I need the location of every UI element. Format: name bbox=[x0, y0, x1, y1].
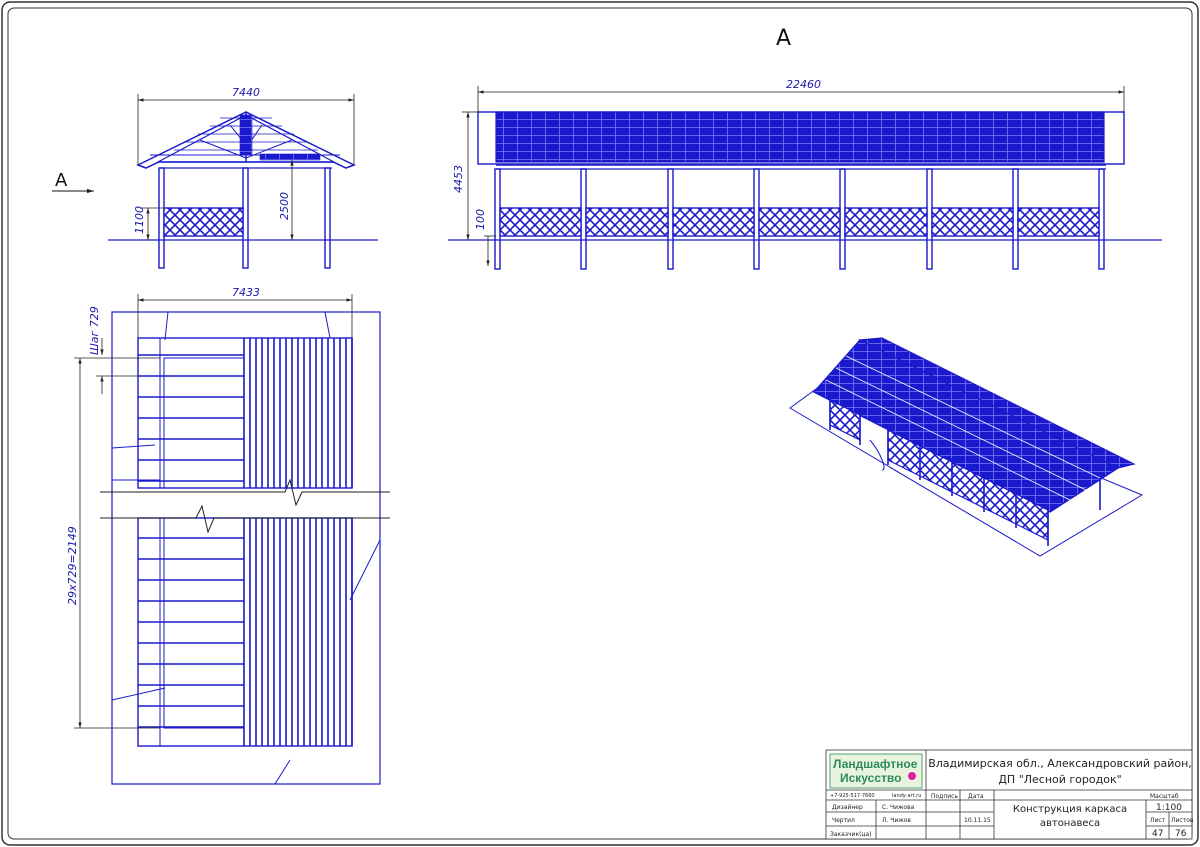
view-label: А bbox=[776, 26, 791, 51]
drawing-title-line1: Конструкция каркаса bbox=[1013, 804, 1127, 815]
scale-label: Масштаб bbox=[1150, 793, 1179, 800]
sheet-value: 47 bbox=[1152, 829, 1163, 839]
col-signature: Подпись bbox=[931, 793, 958, 800]
section-arrow-label: А bbox=[55, 170, 68, 191]
location-line1: Владимирская обл., Александровский район… bbox=[928, 757, 1192, 770]
lattice-height-dim: 1100 bbox=[133, 206, 146, 234]
sheets-label: Листов bbox=[1171, 817, 1194, 824]
front-elevation bbox=[108, 111, 378, 269]
post-height-dim: 2500 bbox=[278, 192, 291, 220]
sheets-value: 76 bbox=[1175, 829, 1187, 839]
plan-view bbox=[111, 311, 381, 785]
side-length-dim: 22460 bbox=[786, 78, 821, 91]
drawing-sheet: А 7440 2500 1100 А 22460 4453 100 7433 Ш… bbox=[1, 1, 1199, 846]
isometric-view bbox=[789, 337, 1144, 557]
sheet-label: Лист bbox=[1150, 817, 1166, 824]
location-line2: ДП "Лесной городок" bbox=[998, 773, 1121, 786]
date-value: 10.11.15 bbox=[964, 817, 991, 824]
plan-width-dim: 7433 bbox=[232, 286, 260, 299]
phone-text: +7-925-517-7660 bbox=[830, 793, 875, 799]
col-date: Дата bbox=[968, 793, 984, 800]
designer-name: С. Чижова bbox=[882, 804, 915, 811]
plan-length-dim: 29х729=2149 bbox=[66, 526, 79, 605]
lattice-gap-dim: 100 bbox=[474, 209, 487, 230]
rafter-step-dim: Шаг 729 bbox=[88, 306, 101, 355]
client-role: Заказчик(ца) bbox=[830, 831, 872, 838]
total-height-dim: 4453 bbox=[452, 165, 465, 193]
drafter-name: Л. Чижов bbox=[882, 817, 911, 824]
front-width-dim: 7440 bbox=[232, 86, 260, 99]
scale-value: 1:100 bbox=[1156, 803, 1182, 813]
drafter-role: Чертил bbox=[832, 817, 855, 824]
drawing-title-line2: автонавеса bbox=[1040, 818, 1100, 829]
designer-role: Дизайнер bbox=[832, 804, 863, 811]
website-text: landy-art.ru bbox=[892, 793, 921, 799]
side-elevation bbox=[448, 111, 1162, 270]
logo-line2: Искусство bbox=[840, 771, 901, 785]
logo-dot bbox=[908, 772, 916, 780]
logo-line1: Ландшафтное bbox=[833, 757, 918, 771]
